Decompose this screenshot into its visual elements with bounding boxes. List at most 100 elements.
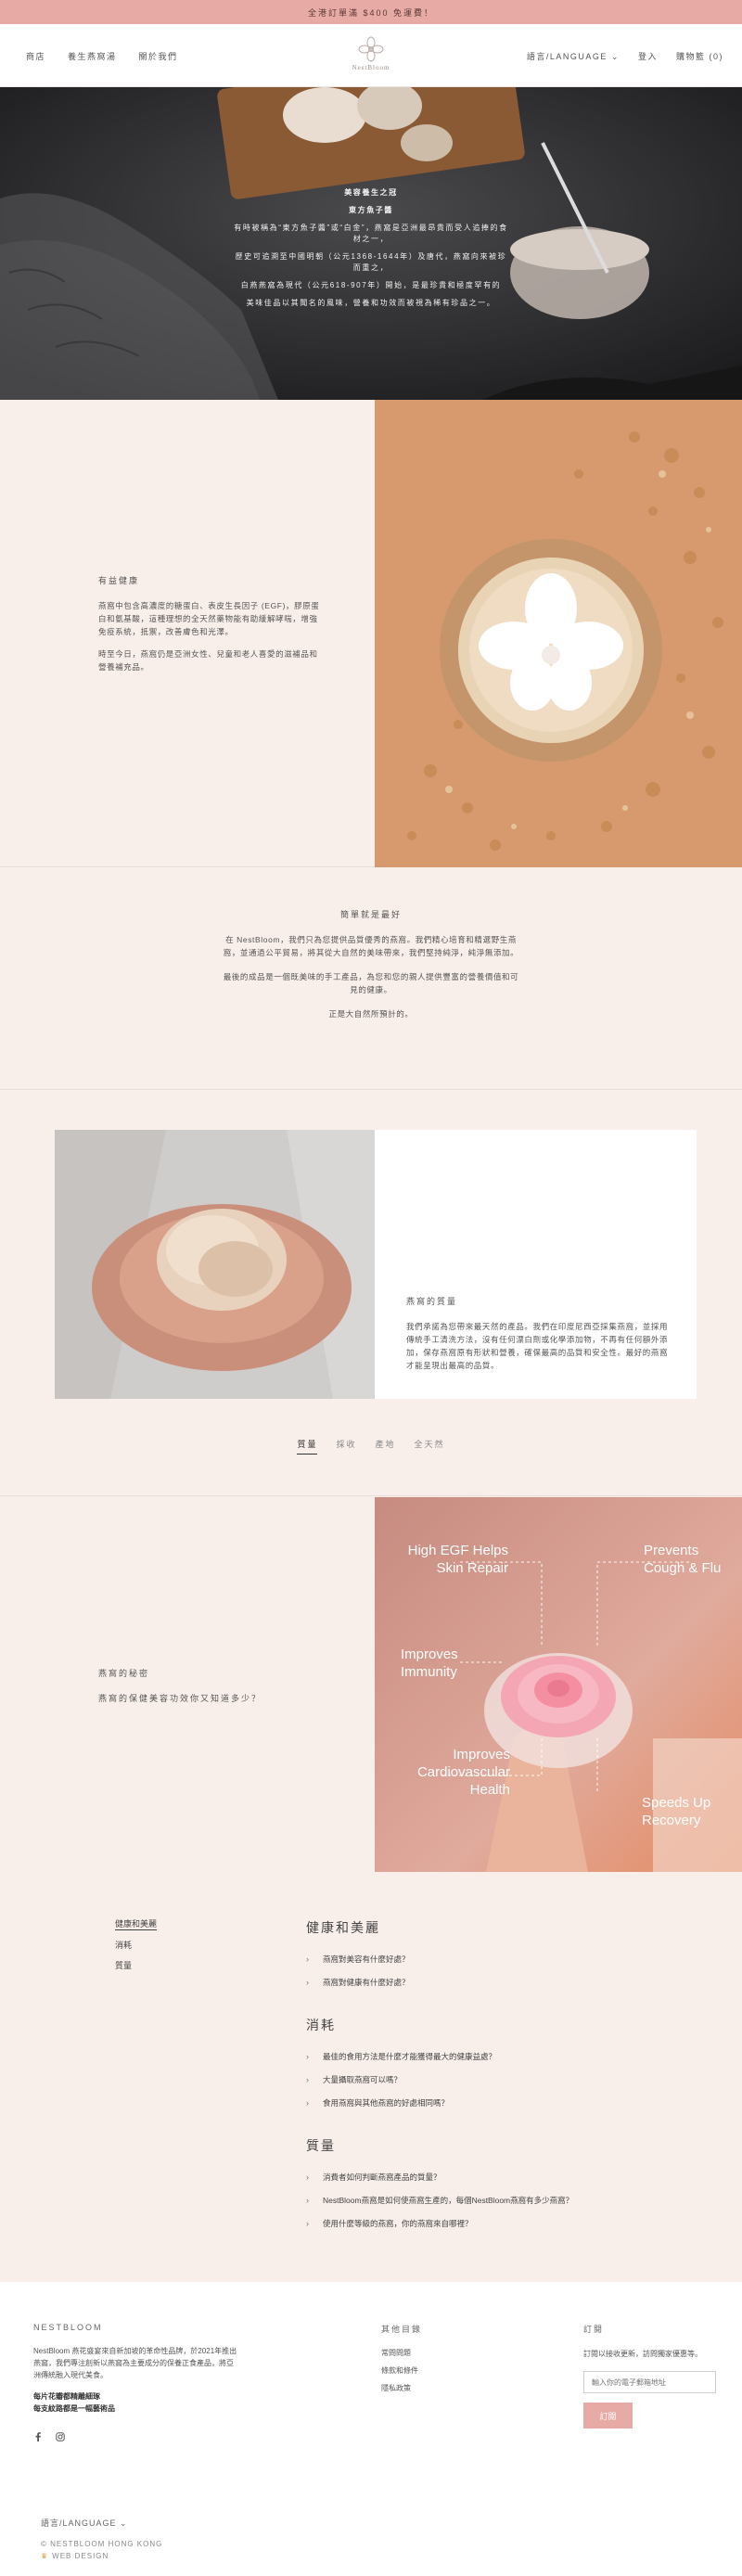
hero-banner: 美容養生之冠 東方魚子醬 有時被稱為“東方魚子醬”或“白金”，燕窩是亞洲最昂貴而…: [0, 87, 742, 400]
social-links: [33, 2432, 65, 2441]
main-nav: 商店 養生燕窩湯 關於我們: [26, 50, 178, 62]
label-recovery: Speeds Up Recovery: [642, 1795, 711, 1828]
faq-heading: 健康和美麗: [306, 1920, 380, 1935]
faq-question[interactable]: › 燕窩對健康有什麼好處？: [306, 1977, 696, 1988]
chevron-right-icon: ›: [306, 2219, 309, 2228]
nav-soup[interactable]: 養生燕窩湯: [68, 50, 117, 62]
footer-language-label: 語言/LANGUAGE: [41, 2518, 117, 2528]
hero-line-2: 歷史可追溯至中國明朝（公元1368-1644年）及唐代，燕窩向來被珍而重之，: [235, 252, 507, 272]
chevron-right-icon: ›: [306, 1978, 309, 1987]
hero-line-3: 白燕燕窩為現代（公元618-907年）開始，是最珍貴和極度罕有的: [240, 281, 502, 289]
secret-title: 燕窩的秘密: [98, 1669, 150, 1678]
faq-question-text: 使用什麼等級的燕窩，你的燕窩來自哪裡？: [323, 2219, 473, 2228]
health-title: 有益健康: [98, 576, 140, 585]
language-selector[interactable]: 語言/LANGUAGE ⌄: [527, 50, 620, 62]
health-text: 有益健康 燕窩中包含高濃度的糖蛋白、表皮生長因子 (EGF)，膠原蛋白和氨基酸，…: [98, 574, 321, 683]
cart-link[interactable]: 購物籃 (0): [676, 50, 723, 62]
faq-question[interactable]: › 消費者如何判斷燕窩產品的質量？: [306, 2172, 696, 2183]
faq-nav-quality[interactable]: 質量: [115, 1959, 157, 1971]
quality-para: 我們承諾為您帶來最天然的產品。我們在印度尼西亞採集燕窩，並採用傳統手工清洗方法，…: [406, 1322, 669, 1370]
footer-language-selector[interactable]: 語言/LANGUAGE ⌄: [41, 2517, 128, 2529]
faq-question-text: 消費者如何判斷燕窩產品的質量？: [323, 2172, 441, 2182]
simple-para-2: 最後的成品是一個既美味的手工產品，為您和您的親人提供豐富的營養價值和可見的健康。: [223, 972, 519, 994]
copyright: © NESTBLOOM HONG KONG: [41, 2540, 163, 2548]
orchid-illustration: [375, 400, 742, 867]
quality-text: 燕窩的質量 我們承諾為您帶來最天然的產品。我們在印度尼西亞採集燕窩，並採用傳統手…: [406, 1295, 671, 1381]
nav-about[interactable]: 關於我們: [139, 50, 178, 62]
site-header: 商店 養生燕窩湯 關於我們 NestBloom 語言/LANGUAGE ⌄ 登入…: [0, 24, 742, 87]
faq-question-text: 燕窩對健康有什麼好處？: [323, 1978, 410, 1987]
chevron-down-icon: ⌄: [610, 52, 620, 61]
web-design-credit[interactable]: ♛ WEB DESIGN: [41, 2552, 109, 2560]
faq-question-text: 燕窩對美容有什麼好處？: [323, 1954, 410, 1964]
faq-group-quality: 質量 › 消費者如何判斷燕窩產品的質量？ › NestBloom燕窩是如何使燕窩生產…: [306, 2136, 696, 2229]
tab-natural[interactable]: 全天然: [415, 1438, 445, 1455]
subscribe-button[interactable]: 訂閱: [583, 2403, 633, 2429]
faq-heading: 質量: [306, 2138, 336, 2153]
instagram-icon[interactable]: [56, 2432, 65, 2441]
tab-quality[interactable]: 質量: [297, 1438, 318, 1455]
footer-brand: NESTBLOOM NestBloom 燕花盛宴來自新加坡的革命性品牌，於202…: [33, 2323, 237, 2415]
simple-title: 簡單就是最好: [339, 910, 402, 919]
chevron-down-icon: ⌄: [120, 2518, 128, 2528]
footer-links-title: 其他目錄: [381, 2325, 423, 2334]
faq-question-text: 最佳的食用方法是什麼才能獲得最大的健康益處？: [323, 2052, 497, 2061]
language-label: 語言/LANGUAGE: [526, 52, 608, 61]
footer-tagline-2: 每支紋路都是一幅藝術品: [33, 2404, 115, 2413]
faq-question[interactable]: › 食用燕窩與其他燕窩的好處相同嗎？: [306, 2097, 696, 2108]
footer-subscribe: 訂閱 訂閱以接收更新，訪問獨家優惠等。 訂閱: [583, 2323, 723, 2429]
faq-question[interactable]: › 大量攝取燕窩可以嗎？: [306, 2074, 696, 2085]
hands-nest-image: [55, 1130, 375, 1399]
email-input[interactable]: [583, 2371, 716, 2393]
faq-nav-consumption[interactable]: 消耗: [115, 1939, 157, 1951]
quality-tabs: 質量 採收 產地 全天然: [0, 1438, 742, 1455]
secret-subtitle: 燕窩的保健美容功效你又知道多少？: [98, 1694, 262, 1703]
faq-nav-health[interactable]: 健康和美麗: [115, 1917, 158, 1930]
logo[interactable]: NestBloom: [348, 35, 394, 71]
faq-list: 健康和美麗 › 燕窩對美容有什麼好處？ › 燕窩對健康有什麼好處？ 消耗 › 最佳的食…: [306, 1918, 696, 2257]
hero-line-1: 有時被稱為“東方魚子醬”或“白金”，燕窩是亞洲最昂貴而受人追捧的食材之一，: [234, 224, 508, 243]
tab-harvest[interactable]: 採收: [336, 1438, 356, 1455]
divider: [0, 1495, 742, 1496]
faq-question[interactable]: › 最佳的食用方法是什麼才能獲得最大的健康益處？: [306, 2051, 696, 2062]
nav-shop[interactable]: 商店: [26, 50, 45, 62]
flower-logo-icon: [358, 36, 384, 62]
footer-link-faq[interactable]: 常問問題: [381, 2348, 493, 2358]
faq-question[interactable]: › NestBloom燕窩是如何使燕窩生產的，每個NestBloom燕窩有多少燕窩…: [306, 2195, 696, 2206]
tab-origin[interactable]: 產地: [376, 1438, 396, 1455]
chevron-right-icon: ›: [306, 2052, 309, 2061]
label-egf: High EGF Helps Skin Repair: [407, 1543, 508, 1576]
chevron-right-icon: ›: [306, 2098, 309, 2108]
faq-question-text: 食用燕窩與其他燕窩的好處相同嗎？: [323, 2098, 450, 2108]
label-cough: Prevents Cough & Flu: [644, 1543, 722, 1576]
faq-nav: 健康和美麗 消耗 質量: [115, 1915, 158, 1980]
chevron-right-icon: ›: [306, 2196, 309, 2205]
utility-nav: 語言/LANGUAGE ⌄ 登入 購物籃 (0): [527, 50, 723, 62]
label-immunity: Improves Immunity: [401, 1647, 458, 1680]
faq-question[interactable]: › 燕窩對美容有什麼好處？: [306, 1954, 696, 1965]
benefits-image: High EGF Helps Skin Repair Prevents Coug…: [375, 1497, 742, 1872]
simple-para-3: 正是大自然所預計的。: [328, 1009, 414, 1019]
footer-link-terms[interactable]: 條款和條件: [381, 2365, 493, 2376]
faq-group-health: 健康和美麗 › 燕窩對美容有什麼好處？ › 燕窩對健康有什麼好處？: [306, 1918, 696, 1988]
footer-tagline-1: 每片花瓣都精雕細琢: [33, 2392, 100, 2401]
faq-question[interactable]: › 使用什麼等級的燕窩，你的燕窩來自哪裡？: [306, 2218, 696, 2229]
quality-card: 燕窩的質量 我們承諾為您帶來最天然的產品。我們在印度尼西亞採集燕窩，並採用傳統手…: [375, 1130, 697, 1399]
quality-title: 燕窩的質量: [406, 1297, 458, 1306]
chevron-right-icon: ›: [306, 2172, 309, 2182]
faq-question-text: NestBloom燕窩是如何使燕窩生產的，每個NestBloom燕窩有多少燕窩？: [323, 2196, 574, 2205]
login-link[interactable]: 登入: [638, 50, 658, 62]
health-section: 有益健康 燕窩中包含高濃度的糖蛋白、表皮生長因子 (EGF)，膠原蛋白和氨基酸，…: [0, 400, 742, 867]
facebook-icon[interactable]: [33, 2432, 43, 2441]
hero-line-4: 美味佳品以其聞名的風味，營養和功效而被視為稀有珍品之一。: [246, 299, 496, 307]
footer-brand-text: NestBloom 燕花盛宴來自新加坡的革命性品牌，於2021年推出燕窩，我們專…: [33, 2347, 237, 2379]
hero-subheading: 東方魚子醬: [349, 206, 393, 214]
simple-para-1: 在 NestBloom，我們只為您提供品質優秀的燕窩。我們精心培育和精選野生燕窩…: [223, 935, 519, 957]
hero-text: 美容養生之冠 東方魚子醬 有時被稱為“東方魚子醬”或“白金”，燕窩是亞洲最昂貴而…: [232, 187, 510, 315]
footer-links: 其他目錄 常問問題 條款和條件 隱私政策: [381, 2323, 493, 2401]
crown-icon: ♛: [41, 2552, 49, 2560]
simple-text: 簡單就是最好 在 NestBloom，我們只為您提供品質優秀的燕窩。我們精心培育…: [223, 908, 519, 1032]
announcement-text: 全港訂單滿 $400 免運費！: [307, 7, 435, 18]
faq-question-text: 大量攝取燕窩可以嗎？: [323, 2075, 403, 2084]
footer-link-privacy[interactable]: 隱私政策: [381, 2383, 493, 2393]
